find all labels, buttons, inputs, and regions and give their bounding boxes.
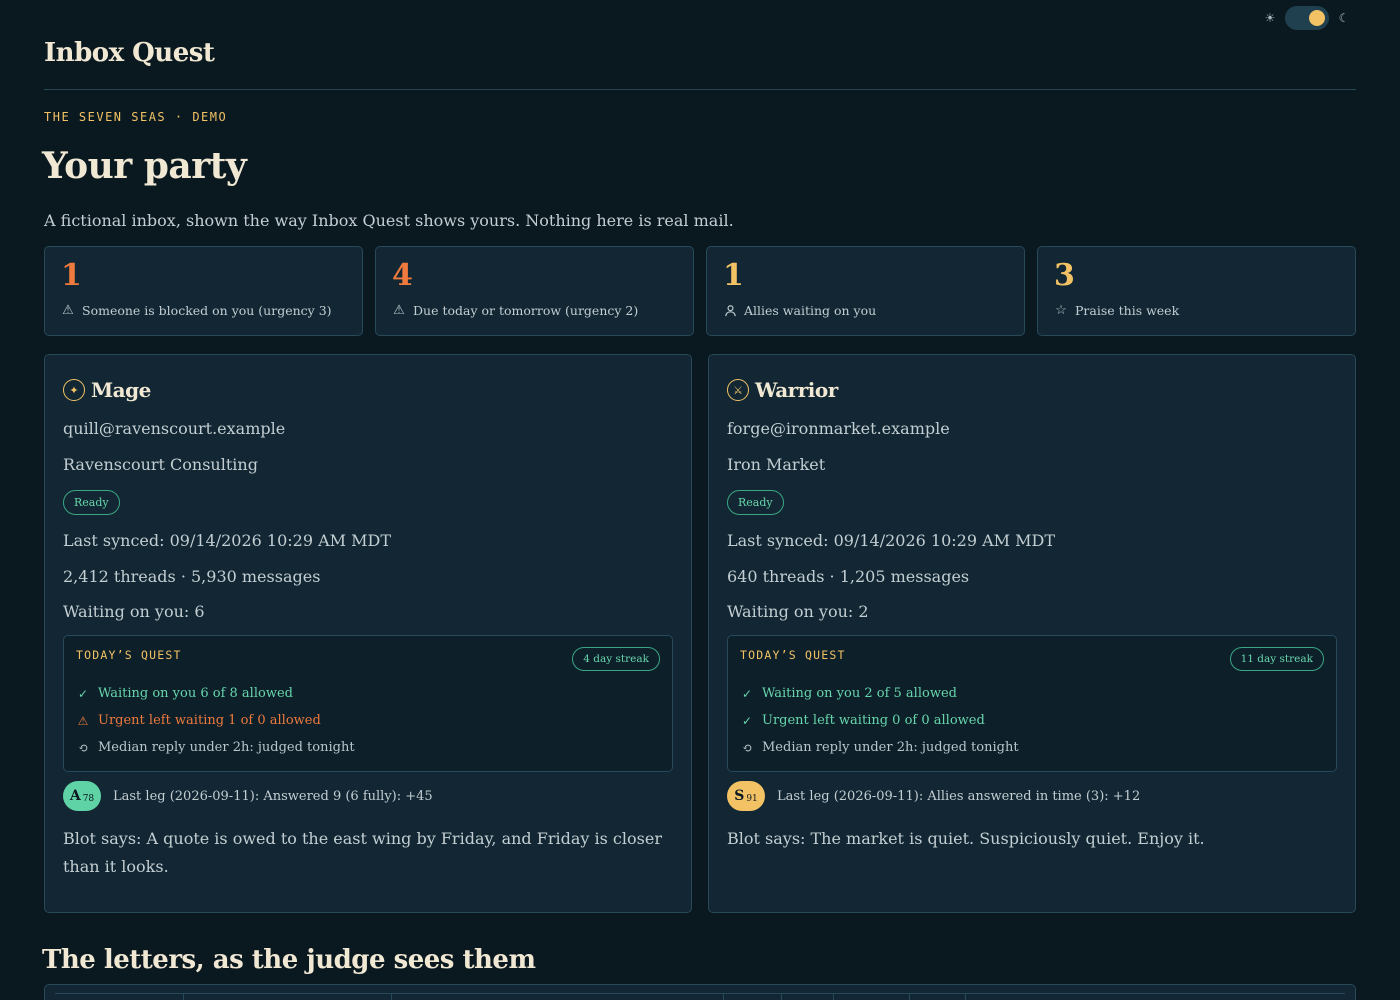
- level-badge: S 91: [727, 781, 765, 811]
- intro-text: A fictional inbox, shown the way Inbox Q…: [44, 211, 734, 230]
- check-icon: ✓: [77, 686, 89, 701]
- thread-counts: 2,412 threads · 5,930 messages: [63, 567, 321, 586]
- column-divider: [833, 994, 834, 1000]
- stat-card-due: 4 ⚠ Due today or tomorrow (urgency 2): [375, 246, 694, 336]
- class-header: ⚔ Warrior: [727, 377, 1337, 403]
- thread-counts: 640 threads · 1,205 messages: [727, 567, 970, 586]
- blot-message: Blot says: The market is quiet. Suspicio…: [727, 829, 1205, 848]
- quest-item-text: Urgent left waiting 0 of 0 allowed: [762, 713, 985, 728]
- history-icon: ⟲: [77, 740, 89, 755]
- stat-label-row: Allies waiting on you: [723, 303, 1008, 318]
- quest-items: ✓ Waiting on you 2 of 5 allowed ✓ Urgent…: [740, 680, 1324, 761]
- theme-toggle: ☀ ☾: [1263, 6, 1351, 30]
- blot-message: Blot says: A quote is owed to the east w…: [63, 829, 662, 876]
- quest-item: ✓ Waiting on you 2 of 5 allowed: [740, 680, 1324, 707]
- status-badge: Ready: [63, 490, 120, 515]
- level-glyph: S: [734, 788, 745, 804]
- stat-label: Someone is blocked on you (urgency 3): [82, 303, 332, 318]
- account-org: Iron Market: [727, 455, 826, 474]
- sun-icon: ☀: [1264, 11, 1276, 25]
- quest-item: ⟲ Median reply under 2h: judged tonight: [740, 734, 1324, 761]
- stat-label-row: ☆ Praise this week: [1054, 303, 1339, 318]
- last-leg-text: Last leg (2026-09-11): Allies answered i…: [777, 788, 1141, 804]
- class-header: ✦ Mage: [63, 377, 673, 403]
- stats-row: 1 ⚠ Someone is blocked on you (urgency 3…: [44, 246, 1356, 336]
- column-divider: [391, 994, 392, 1000]
- stat-value: 3: [1054, 258, 1075, 293]
- level-glyph: A: [69, 788, 81, 804]
- quest-item: ⚠ Urgent left waiting 1 of 0 allowed: [76, 707, 660, 734]
- column-divider: [781, 994, 782, 1000]
- quest-item-text: Waiting on you 6 of 8 allowed: [98, 686, 293, 701]
- check-icon: ✓: [741, 686, 753, 701]
- stat-card-allies: 1 Allies waiting on you: [706, 246, 1025, 336]
- last-synced: Last synced: 09/14/2026 10:29 AM MDT: [727, 531, 1055, 550]
- quest-item-text: Waiting on you 2 of 5 allowed: [762, 686, 957, 701]
- streak-badge: 4 day streak: [572, 647, 660, 671]
- level-badge: A 78: [63, 781, 101, 811]
- waiting-count: Waiting on you: 2: [727, 602, 869, 621]
- column-divider: [183, 994, 184, 1000]
- stat-card-blocked: 1 ⚠ Someone is blocked on you (urgency 3…: [44, 246, 363, 336]
- star-icon: ☆: [1055, 302, 1067, 318]
- class-name: Mage: [91, 378, 151, 402]
- crossed-swords-icon: ⚔: [727, 379, 749, 401]
- sparkle-icon: ✦: [63, 379, 85, 401]
- todays-quest: TODAY’S QUEST 11 day streak ✓ Waiting on…: [727, 635, 1337, 772]
- todays-quest: TODAY’S QUEST 4 day streak ✓ Waiting on …: [63, 635, 673, 772]
- last-leg-text: Last leg (2026-09-11): Answered 9 (6 ful…: [113, 788, 433, 804]
- level-number: 91: [746, 794, 758, 804]
- column-divider: [965, 994, 966, 1000]
- quest-item-text: Median reply under 2h: judged tonight: [98, 740, 355, 755]
- stat-value: 4: [392, 258, 413, 293]
- warning-icon: ⚠: [393, 302, 405, 318]
- moon-icon: ☾: [1338, 11, 1350, 25]
- stat-value: 1: [61, 258, 82, 293]
- level-number: 78: [82, 794, 95, 804]
- party-card-mage: ✦ Mage quill@ravenscourt.example Ravensc…: [44, 354, 692, 913]
- warning-icon: ⚠: [62, 302, 74, 318]
- letters-table: [44, 984, 1356, 1000]
- stat-label: Due today or tomorrow (urgency 2): [413, 303, 639, 318]
- column-divider: [909, 994, 910, 1000]
- quest-items: ✓ Waiting on you 6 of 8 allowed ⚠ Urgent…: [76, 680, 660, 761]
- app-title[interactable]: Inbox Quest: [44, 38, 215, 68]
- check-icon: ✓: [741, 713, 753, 728]
- person-icon: [723, 304, 737, 318]
- letters-section-title: The letters, as the judge sees them: [42, 945, 536, 975]
- account-email: quill@ravenscourt.example: [63, 419, 286, 438]
- theme-switch[interactable]: [1285, 6, 1329, 30]
- streak-badge: 11 day streak: [1229, 647, 1324, 671]
- quest-item: ✓ Waiting on you 6 of 8 allowed: [76, 680, 660, 707]
- history-icon: ⟲: [741, 740, 753, 755]
- quest-item: ⟲ Median reply under 2h: judged tonight: [76, 734, 660, 761]
- stat-label: Praise this week: [1075, 303, 1180, 318]
- account-email: forge@ironmarket.example: [727, 419, 950, 438]
- stat-label-row: ⚠ Due today or tomorrow (urgency 2): [392, 303, 677, 318]
- stat-value: 1: [723, 258, 744, 293]
- stat-label: Allies waiting on you: [744, 303, 877, 318]
- last-synced: Last synced: 09/14/2026 10:29 AM MDT: [63, 531, 391, 550]
- page-title: Your party: [42, 145, 247, 187]
- eyebrow: THE SEVEN SEAS · DEMO: [44, 110, 228, 124]
- last-leg-row: S 91 Last leg (2026-09-11): Allies answe…: [727, 781, 1337, 811]
- status-badge: Ready: [727, 490, 784, 515]
- class-name: Warrior: [755, 378, 838, 402]
- warning-icon: ⚠: [77, 713, 89, 728]
- waiting-count: Waiting on you: 6: [63, 602, 205, 621]
- account-org: Ravenscourt Consulting: [63, 455, 258, 474]
- header-divider: [44, 89, 1356, 90]
- stat-card-praise: 3 ☆ Praise this week: [1037, 246, 1356, 336]
- quest-item-text: Median reply under 2h: judged tonight: [762, 740, 1019, 755]
- letters-table-header: [55, 993, 1345, 1000]
- column-divider: [723, 994, 724, 1000]
- last-leg-row: A 78 Last leg (2026-09-11): Answered 9 (…: [63, 781, 673, 811]
- quest-item: ✓ Urgent left waiting 0 of 0 allowed: [740, 707, 1324, 734]
- party-card-warrior: ⚔ Warrior forge@ironmarket.example Iron …: [708, 354, 1356, 913]
- theme-switch-knob: [1309, 10, 1325, 26]
- stat-label-row: ⚠ Someone is blocked on you (urgency 3): [61, 303, 346, 318]
- quest-item-text: Urgent left waiting 1 of 0 allowed: [98, 713, 321, 728]
